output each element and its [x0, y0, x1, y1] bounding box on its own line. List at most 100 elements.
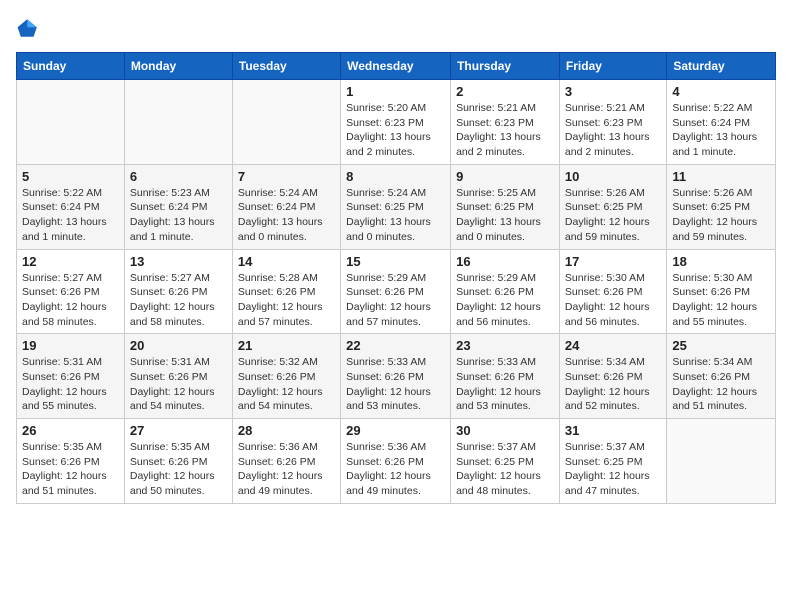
day-info: Sunrise: 5:24 AM Sunset: 6:24 PM Dayligh…	[238, 186, 335, 245]
calendar-table: SundayMondayTuesdayWednesdayThursdayFrid…	[16, 52, 776, 504]
day-info: Sunrise: 5:24 AM Sunset: 6:25 PM Dayligh…	[346, 186, 445, 245]
calendar-cell: 3Sunrise: 5:21 AM Sunset: 6:23 PM Daylig…	[559, 80, 666, 165]
day-info: Sunrise: 5:37 AM Sunset: 6:25 PM Dayligh…	[565, 440, 661, 499]
calendar-cell	[124, 80, 232, 165]
calendar-cell: 20Sunrise: 5:31 AM Sunset: 6:26 PM Dayli…	[124, 334, 232, 419]
weekday-header-friday: Friday	[559, 53, 666, 80]
week-row-4: 19 Sunrise: 5:31 AM Sunset: 6:26 PM Dayli…	[17, 334, 776, 419]
weekday-header-thursday: Thursday	[451, 53, 560, 80]
day-number: 27	[130, 423, 227, 438]
day-info: Sunrise: 5:37 AM Sunset: 6:25 PM Dayligh…	[456, 440, 554, 499]
day-number: 18	[672, 254, 770, 269]
day-number: 30	[456, 423, 554, 438]
day-info: Sunrise: 5:27 AM Sunset: 6:26 PM Dayligh…	[130, 271, 227, 330]
calendar-cell: 21 Sunrise: 5:32 AM Sunset: 6:26 PM Dayli…	[232, 334, 340, 419]
day-info: Sunrise: 5:31 AM Sunset: 6:26 PM Dayligh…	[130, 355, 227, 414]
day-number: 19	[22, 338, 119, 353]
weekday-header-tuesday: Tuesday	[232, 53, 340, 80]
calendar-cell: 15 Sunrise: 5:29 AM Sunset: 6:26 PM Dayli…	[341, 249, 451, 334]
logo-icon	[16, 16, 40, 40]
calendar-cell: 1 Sunrise: 5:20 AM Sunset: 6:23 PM Daylig…	[341, 80, 451, 165]
day-number: 15	[346, 254, 445, 269]
week-row-1: 1 Sunrise: 5:20 AM Sunset: 6:23 PM Daylig…	[17, 80, 776, 165]
weekday-header-sunday: Sunday	[17, 53, 125, 80]
day-number: 28	[238, 423, 335, 438]
calendar-cell: 22 Sunrise: 5:33 AM Sunset: 6:26 PM Dayli…	[341, 334, 451, 419]
day-number: 2	[456, 84, 554, 99]
day-number: 9	[456, 169, 554, 184]
calendar-cell: 30 Sunrise: 5:37 AM Sunset: 6:25 PM Dayli…	[451, 419, 560, 504]
calendar-cell: 12 Sunrise: 5:27 AM Sunset: 6:26 PM Dayli…	[17, 249, 125, 334]
calendar-cell: 8 Sunrise: 5:24 AM Sunset: 6:25 PM Daylig…	[341, 164, 451, 249]
calendar-cell: 4 Sunrise: 5:22 AM Sunset: 6:24 PM Daylig…	[667, 80, 776, 165]
calendar-cell: 10Sunrise: 5:26 AM Sunset: 6:25 PM Dayli…	[559, 164, 666, 249]
day-info: Sunrise: 5:30 AM Sunset: 6:26 PM Dayligh…	[672, 271, 770, 330]
day-number: 26	[22, 423, 119, 438]
calendar-cell: 6 Sunrise: 5:23 AM Sunset: 6:24 PM Daylig…	[124, 164, 232, 249]
day-info: Sunrise: 5:36 AM Sunset: 6:26 PM Dayligh…	[346, 440, 445, 499]
day-info: Sunrise: 5:28 AM Sunset: 6:26 PM Dayligh…	[238, 271, 335, 330]
calendar-cell: 19 Sunrise: 5:31 AM Sunset: 6:26 PM Dayli…	[17, 334, 125, 419]
day-info: Sunrise: 5:20 AM Sunset: 6:23 PM Dayligh…	[346, 101, 445, 160]
day-info: Sunrise: 5:23 AM Sunset: 6:24 PM Dayligh…	[130, 186, 227, 245]
calendar-cell	[667, 419, 776, 504]
calendar-cell: 29 Sunrise: 5:36 AM Sunset: 6:26 PM Dayli…	[341, 419, 451, 504]
day-number: 8	[346, 169, 445, 184]
day-number: 22	[346, 338, 445, 353]
day-number: 12	[22, 254, 119, 269]
day-number: 11	[672, 169, 770, 184]
calendar-cell: 5 Sunrise: 5:22 AM Sunset: 6:24 PM Daylig…	[17, 164, 125, 249]
logo	[16, 16, 44, 40]
day-info: Sunrise: 5:32 AM Sunset: 6:26 PM Dayligh…	[238, 355, 335, 414]
day-number: 23	[456, 338, 554, 353]
weekday-header-saturday: Saturday	[667, 53, 776, 80]
day-info: Sunrise: 5:34 AM Sunset: 6:26 PM Dayligh…	[565, 355, 661, 414]
week-row-5: 26 Sunrise: 5:35 AM Sunset: 6:26 PM Dayli…	[17, 419, 776, 504]
day-info: Sunrise: 5:35 AM Sunset: 6:26 PM Dayligh…	[130, 440, 227, 499]
day-info: Sunrise: 5:34 AM Sunset: 6:26 PM Dayligh…	[672, 355, 770, 414]
day-number: 5	[22, 169, 119, 184]
day-info: Sunrise: 5:22 AM Sunset: 6:24 PM Dayligh…	[672, 101, 770, 160]
calendar-cell: 7 Sunrise: 5:24 AM Sunset: 6:24 PM Daylig…	[232, 164, 340, 249]
calendar-cell: 31 Sunrise: 5:37 AM Sunset: 6:25 PM Dayli…	[559, 419, 666, 504]
calendar-cell: 13 Sunrise: 5:27 AM Sunset: 6:26 PM Dayli…	[124, 249, 232, 334]
day-number: 31	[565, 423, 661, 438]
weekday-header-row: SundayMondayTuesdayWednesdayThursdayFrid…	[17, 53, 776, 80]
calendar-cell: 9 Sunrise: 5:25 AM Sunset: 6:25 PM Daylig…	[451, 164, 560, 249]
day-number: 14	[238, 254, 335, 269]
day-number: 29	[346, 423, 445, 438]
day-info: Sunrise: 5:22 AM Sunset: 6:24 PM Dayligh…	[22, 186, 119, 245]
calendar-cell: 17 Sunrise: 5:30 AM Sunset: 6:26 PM Dayli…	[559, 249, 666, 334]
day-number: 7	[238, 169, 335, 184]
day-number: 1	[346, 84, 445, 99]
day-info: Sunrise: 5:35 AM Sunset: 6:26 PM Dayligh…	[22, 440, 119, 499]
day-number: 4	[672, 84, 770, 99]
day-info: Sunrise: 5:25 AM Sunset: 6:25 PM Dayligh…	[456, 186, 554, 245]
calendar-cell: 16Sunrise: 5:29 AM Sunset: 6:26 PM Dayli…	[451, 249, 560, 334]
day-info: Sunrise: 5:21 AM Sunset: 6:23 PM Dayligh…	[456, 101, 554, 160]
week-row-2: 5 Sunrise: 5:22 AM Sunset: 6:24 PM Daylig…	[17, 164, 776, 249]
day-info: Sunrise: 5:36 AM Sunset: 6:26 PM Dayligh…	[238, 440, 335, 499]
calendar-cell	[17, 80, 125, 165]
day-number: 21	[238, 338, 335, 353]
day-number: 17	[565, 254, 661, 269]
day-number: 3	[565, 84, 661, 99]
weekday-header-wednesday: Wednesday	[341, 53, 451, 80]
day-number: 6	[130, 169, 227, 184]
day-info: Sunrise: 5:31 AM Sunset: 6:26 PM Dayligh…	[22, 355, 119, 414]
calendar-cell: 18 Sunrise: 5:30 AM Sunset: 6:26 PM Dayli…	[667, 249, 776, 334]
day-info: Sunrise: 5:30 AM Sunset: 6:26 PM Dayligh…	[565, 271, 661, 330]
calendar-cell: 24 Sunrise: 5:34 AM Sunset: 6:26 PM Dayli…	[559, 334, 666, 419]
calendar-cell: 27 Sunrise: 5:35 AM Sunset: 6:26 PM Dayli…	[124, 419, 232, 504]
weekday-header-monday: Monday	[124, 53, 232, 80]
calendar-cell	[232, 80, 340, 165]
day-info: Sunrise: 5:33 AM Sunset: 6:26 PM Dayligh…	[346, 355, 445, 414]
day-number: 13	[130, 254, 227, 269]
day-info: Sunrise: 5:29 AM Sunset: 6:26 PM Dayligh…	[346, 271, 445, 330]
calendar-cell: 28 Sunrise: 5:36 AM Sunset: 6:26 PM Dayli…	[232, 419, 340, 504]
day-info: Sunrise: 5:33 AM Sunset: 6:26 PM Dayligh…	[456, 355, 554, 414]
day-number: 24	[565, 338, 661, 353]
day-info: Sunrise: 5:27 AM Sunset: 6:26 PM Dayligh…	[22, 271, 119, 330]
week-row-3: 12 Sunrise: 5:27 AM Sunset: 6:26 PM Dayli…	[17, 249, 776, 334]
calendar-cell: 25Sunrise: 5:34 AM Sunset: 6:26 PM Dayli…	[667, 334, 776, 419]
